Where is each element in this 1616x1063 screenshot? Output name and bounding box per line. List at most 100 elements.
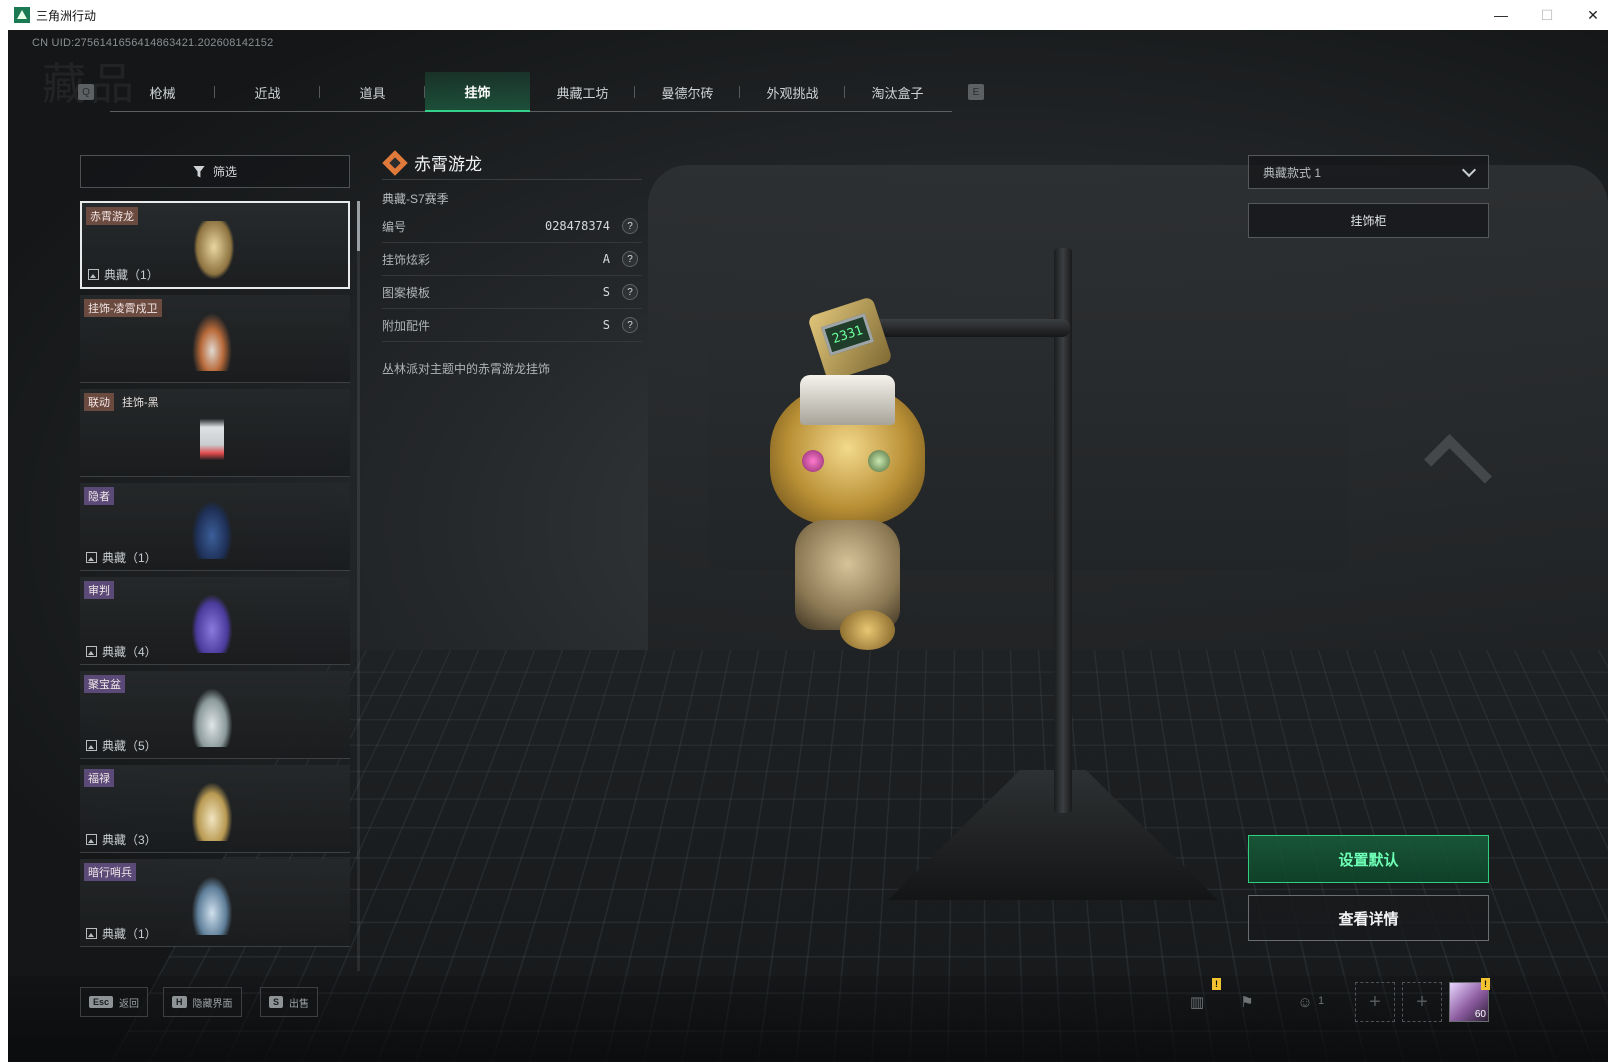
app-window: 三角洲行动 — ☐ ✕ 2331 藏品 CN UID:2756141656414… <box>0 0 1616 1063</box>
frame-icon <box>86 834 97 845</box>
hotkey-label: 返回 <box>119 995 139 1010</box>
item-tag: 赤霄游龙 <box>86 207 138 225</box>
tab-next-key[interactable]: E <box>968 84 984 100</box>
help-icon[interactable]: ? <box>622 251 638 267</box>
list-item[interactable]: 福禄 典藏（3） <box>80 765 350 853</box>
charm-thumbnail <box>192 313 232 371</box>
list-item[interactable]: 审判 典藏（4） <box>80 577 350 665</box>
party-slot-1[interactable]: + <box>1355 982 1395 1022</box>
title-bar: 三角洲行动 — ☐ ✕ <box>0 0 1616 30</box>
charm-thumbnail <box>192 689 232 747</box>
frame-icon <box>86 928 97 939</box>
game-viewport: 2331 藏品 CN UID:2756141656414863421.20260… <box>8 30 1608 1062</box>
item-tag: 审判 <box>84 581 114 599</box>
set-default-button[interactable]: 设置默认 <box>1248 835 1489 883</box>
style-select-dropdown[interactable]: 典藏款式 1 <box>1248 155 1489 189</box>
tab-elimination-box[interactable]: 淘汰盒子 <box>845 72 950 112</box>
charm-name: 赤霄游龙 <box>414 150 482 175</box>
charm-description: 丛林派对主题中的赤霄游龙挂饰 <box>382 360 642 377</box>
item-tag: 聚宝盆 <box>84 675 125 693</box>
frame-icon <box>86 740 97 751</box>
item-collection-count: 典藏（1） <box>102 549 157 566</box>
filter-label: 筛选 <box>213 163 237 180</box>
charm-foot <box>840 610 895 650</box>
detail-label: 图案模板 <box>382 284 603 301</box>
charm-3d-model[interactable] <box>760 375 932 650</box>
window-controls: — ☐ ✕ <box>1478 0 1616 30</box>
party-icon[interactable]: ☺ <box>1292 989 1318 1015</box>
detail-value: S <box>603 318 610 332</box>
hammer-display: 2331 <box>821 313 874 356</box>
player-uid: CN UID:2756141656414863421.202608142152 <box>32 37 273 49</box>
detail-row-serial: 编号 028478374 ? <box>382 210 642 243</box>
charm-thumbnail <box>194 221 234 279</box>
tab-props[interactable]: 道具 <box>320 72 425 112</box>
detail-value: S <box>603 285 610 299</box>
close-button[interactable]: ✕ <box>1570 0 1616 30</box>
help-icon[interactable]: ? <box>622 218 638 234</box>
charm-eye-left <box>802 450 824 472</box>
window-title: 三角洲行动 <box>36 7 96 24</box>
list-item[interactable]: 隐者 典藏（1） <box>80 483 350 571</box>
tab-guns[interactable]: 枪械 <box>110 72 215 112</box>
flag-icon[interactable]: ⚑ <box>1234 989 1260 1015</box>
key-cap: S <box>269 996 283 1008</box>
display-stand-arm <box>870 319 1070 337</box>
charm-cabinet-button[interactable]: 挂饰柜 <box>1248 203 1489 238</box>
avatar-level: 60 <box>1475 1009 1486 1020</box>
view-details-button[interactable]: 查看详情 <box>1248 895 1489 941</box>
hide-ui-hotkey[interactable]: H 隐藏界面 <box>163 987 242 1017</box>
charm-thumbnail <box>192 501 232 559</box>
charm-eye-right <box>868 450 890 472</box>
list-item[interactable]: 暗行哨兵 典藏（1） <box>80 859 350 947</box>
app-logo-icon <box>14 7 30 23</box>
item-collection-count: 典藏（4） <box>102 643 157 660</box>
frame-icon <box>86 552 97 563</box>
key-cap: H <box>172 996 187 1008</box>
back-hotkey[interactable]: Esc 返回 <box>80 987 148 1017</box>
detail-value: A <box>603 252 610 266</box>
plus-icon: + <box>1416 991 1428 1014</box>
charm-detail-panel: 赤霄游龙 典藏-S7赛季 编号 028478374 ? 挂饰炫彩 A ? 图案模… <box>382 150 642 377</box>
item-collection-count: 典藏（3） <box>102 831 157 848</box>
category-tabs: 枪械 近战 道具 挂饰 典藏工坊 曼德尔砖 外观挑战 淘汰盒子 <box>110 72 952 112</box>
item-tag: 挂饰-凌霄戍卫 <box>84 299 162 317</box>
item-tag: 福禄 <box>84 769 114 787</box>
tab-melee[interactable]: 近战 <box>215 72 320 112</box>
stats-icon[interactable]: ▥ <box>1184 989 1210 1015</box>
bottom-bar: Esc 返回 H 隐藏界面 S 出售 ▥ ! ⚑ ☺ 1 + + 60 ! <box>8 976 1608 1062</box>
hotkey-label: 隐藏界面 <box>193 995 233 1010</box>
detail-row-accessory: 附加配件 S ? <box>382 309 642 342</box>
avatar-badge: ! <box>1481 978 1490 990</box>
tab-mandel-brick[interactable]: 曼德尔砖 <box>635 72 740 112</box>
list-scrollbar-thumb[interactable] <box>357 201 360 251</box>
funnel-icon <box>193 166 205 178</box>
sell-hotkey[interactable]: S 出售 <box>260 987 318 1017</box>
list-scrollbar[interactable] <box>357 201 360 971</box>
minimize-button[interactable]: — <box>1478 0 1524 30</box>
help-icon[interactable]: ? <box>622 284 638 300</box>
item-collection-count: 典藏（1） <box>102 925 157 942</box>
item-tag: 暗行哨兵 <box>84 863 136 881</box>
detail-label: 编号 <box>382 218 545 235</box>
chevron-down-icon <box>1462 163 1476 177</box>
list-item[interactable]: 聚宝盆 典藏（5） <box>80 671 350 759</box>
maximize-button[interactable]: ☐ <box>1524 0 1570 30</box>
hotkey-label: 出售 <box>289 995 309 1010</box>
help-icon[interactable]: ? <box>622 317 638 333</box>
list-item[interactable]: 赤霄游龙 典藏（1） <box>80 201 350 289</box>
party-slot-2[interactable]: + <box>1402 982 1442 1022</box>
list-item[interactable]: 联动 挂饰-黑 <box>80 389 350 477</box>
tab-prev-key[interactable]: Q <box>78 84 94 100</box>
charm-list: 赤霄游龙 典藏（1） 挂饰-凌霄戍卫 联动 挂饰-黑 隐者 典藏（1） 审判 典藏… <box>80 201 350 971</box>
tab-charms[interactable]: 挂饰 <box>425 72 530 112</box>
plus-icon: + <box>1369 991 1381 1014</box>
item-tag: 隐者 <box>84 487 114 505</box>
tab-collection-workshop[interactable]: 典藏工坊 <box>530 72 635 112</box>
filter-button[interactable]: 筛选 <box>80 155 350 188</box>
key-cap: Esc <box>89 996 113 1008</box>
item-collection-count: 典藏（5） <box>102 737 157 754</box>
tab-appearance-challenge[interactable]: 外观挑战 <box>740 72 845 112</box>
list-item[interactable]: 挂饰-凌霄戍卫 <box>80 295 350 383</box>
frame-icon <box>88 269 99 280</box>
